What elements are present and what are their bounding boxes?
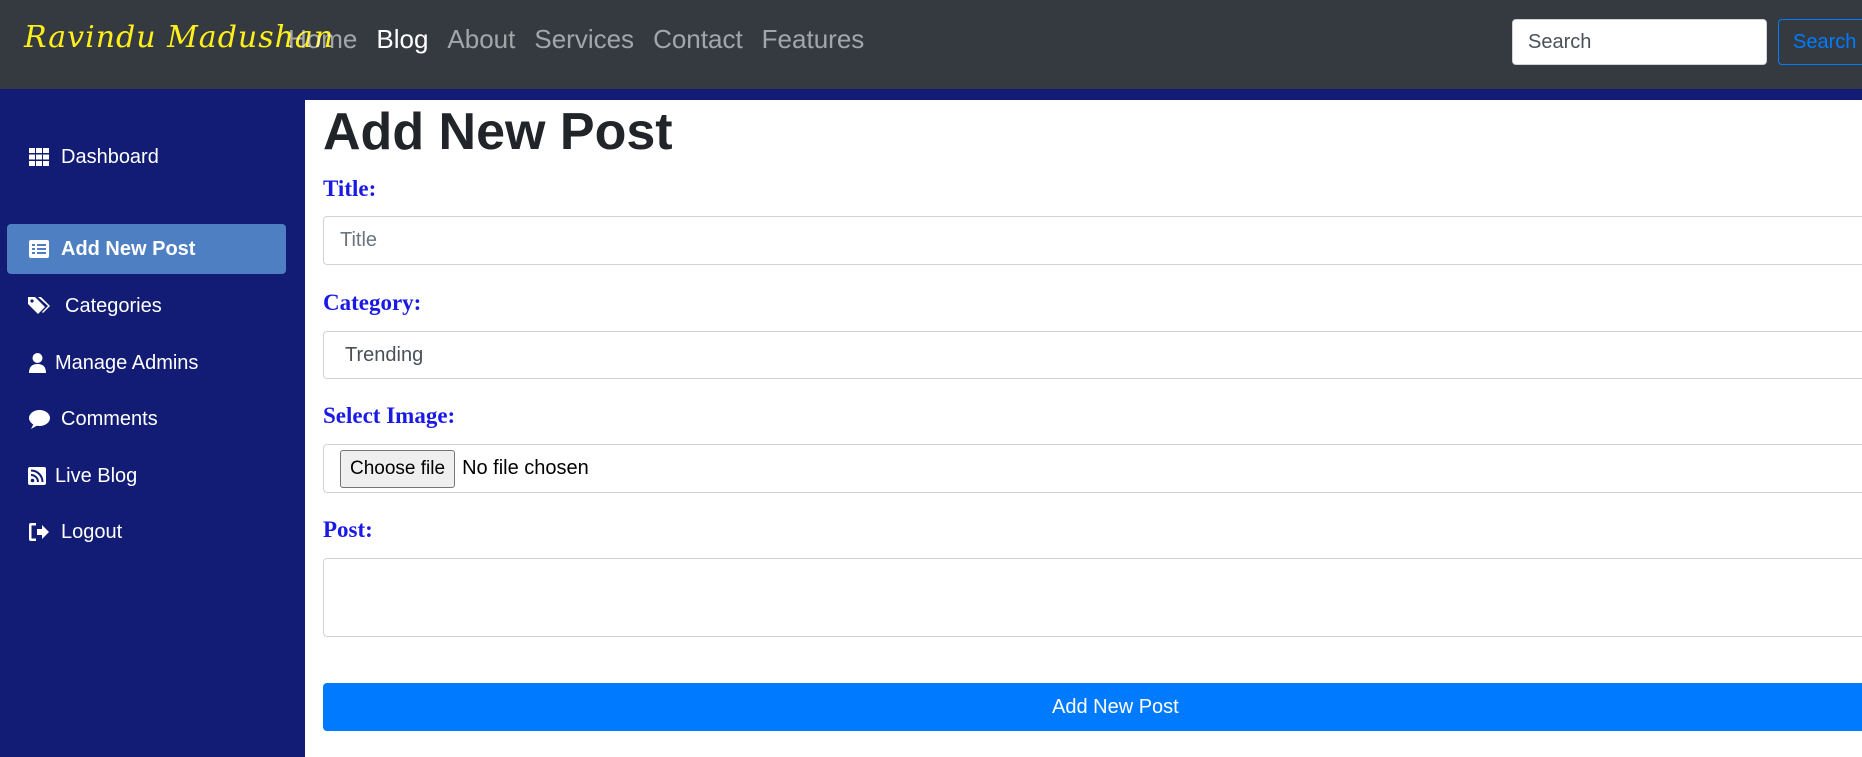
sidebar-item-manage-admins[interactable]: Manage Admins [7,338,286,388]
choose-file-button[interactable]: Choose file [340,449,456,488]
sidebar-item-label: Live Blog [55,464,138,487]
sidebar-item-dashboard[interactable]: Dashboard [7,132,286,182]
category-label: Category: [323,290,422,315]
sidebar: Dashboard Add New Post Categories Manage… [0,89,305,757]
list-icon [27,237,51,261]
category-selected-value: Trending [345,343,424,366]
nav-link-features[interactable]: Features [762,24,865,55]
comment-icon [27,407,51,431]
sign-out-icon [27,520,51,544]
sidebar-item-label: Logout [61,520,123,543]
sidebar-item-label: Add New Post [61,237,196,260]
nav-links: Home Blog About Services Contact Feature… [288,24,883,55]
sidebar-item-label: Dashboard [61,145,159,168]
sidebar-item-label: Comments [61,407,158,430]
user-icon [27,351,47,375]
nav-link-services[interactable]: Services [534,24,634,55]
page-title: Add New Post [323,103,673,161]
nav-link-blog[interactable]: Blog [376,24,428,55]
add-new-post-button[interactable]: Add New Post [323,683,1862,731]
sidebar-item-label: Categories [65,294,162,317]
tags-icon [27,294,55,318]
title-label: Title: [323,176,377,201]
search-input[interactable] [1512,19,1767,65]
sidebar-item-categories[interactable]: Categories [7,281,286,331]
sidebar-item-logout[interactable]: Logout [7,507,286,557]
title-input[interactable] [323,216,1862,265]
sidebar-item-live-blog[interactable]: Live Blog [7,451,286,501]
nav-link-about[interactable]: About [447,24,515,55]
file-status-text: No file chosen [462,457,589,479]
image-file-input: Choose file No file chosen [323,444,1862,493]
sidebar-item-add-new-post[interactable]: Add New Post [7,224,286,274]
post-textarea[interactable] [323,558,1862,637]
post-label: Post: [323,517,373,542]
category-select[interactable]: Trending [323,331,1862,379]
top-navbar: Ravindu Madushan Home Blog About Service… [0,0,1862,89]
rss-icon [27,464,47,488]
nav-link-home[interactable]: Home [288,24,357,55]
sidebar-item-label: Manage Admins [55,351,199,374]
search-button[interactable]: Search [1778,19,1862,65]
nav-link-contact[interactable]: Contact [653,24,743,55]
sidebar-item-comments[interactable]: Comments [7,394,286,444]
main-panel: Add New Post Title: Category: Trending S… [305,100,1862,757]
grid-icon [27,145,51,169]
select-image-label: Select Image: [323,403,456,428]
